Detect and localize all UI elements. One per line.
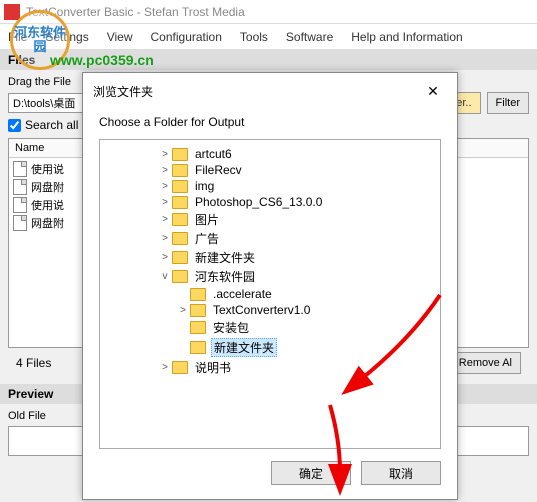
tree-item[interactable]: > 广告 [104, 229, 436, 248]
tree-item-label: 安装包 [211, 319, 251, 336]
search-all-checkbox[interactable] [8, 119, 21, 132]
folder-icon [172, 148, 188, 161]
expander-icon[interactable]: v [158, 271, 172, 282]
expander-icon[interactable]: > [176, 305, 190, 316]
expander-icon[interactable]: > [158, 214, 172, 225]
folder-icon [172, 213, 188, 226]
tree-item-label: 新建文件夹 [211, 338, 277, 357]
file-icon [13, 197, 27, 213]
tree-item[interactable]: > artcut6 [104, 146, 436, 162]
files-section-header: Files [0, 50, 537, 70]
tree-item[interactable]: 新建文件夹 [104, 337, 436, 358]
dialog-subtitle: Choose a Folder for Output [83, 109, 457, 139]
folder-icon [172, 232, 188, 245]
expander-icon[interactable]: > [158, 252, 172, 263]
folder-tree[interactable]: > artcut6 > FileRecv > img > Photoshop_CS6_13.0… [99, 139, 441, 449]
expander-icon[interactable]: > [158, 181, 172, 192]
ok-button[interactable]: 确定 [271, 461, 351, 485]
expander-icon[interactable]: > [158, 197, 172, 208]
file-icon [13, 179, 27, 195]
menu-bar: File Settings View Configuration Tools S… [0, 24, 537, 50]
search-all-label: Search all [25, 118, 78, 132]
folder-icon [172, 164, 188, 177]
expander-icon[interactable]: > [158, 165, 172, 176]
folder-icon [172, 361, 188, 374]
tree-item[interactable]: 安装包 [104, 318, 436, 337]
tree-item[interactable]: > 说明书 [104, 358, 436, 377]
folder-icon [172, 251, 188, 264]
menu-settings[interactable]: Settings [45, 30, 88, 44]
tree-item-label: 新建文件夹 [193, 249, 257, 266]
tree-item-label: artcut6 [193, 147, 234, 161]
filter-button[interactable]: Filter [487, 92, 529, 114]
tree-item-label: Photoshop_CS6_13.0.0 [193, 195, 324, 209]
tree-item[interactable]: > TextConverterv1.0 [104, 302, 436, 318]
close-button[interactable]: ✕ [419, 81, 447, 101]
app-icon [4, 4, 20, 20]
tree-item-label: .accelerate [211, 287, 274, 301]
file-icon [13, 215, 27, 231]
folder-icon [190, 321, 206, 334]
tree-item[interactable]: > FileRecv [104, 162, 436, 178]
expander-icon[interactable]: > [158, 233, 172, 244]
folder-icon [190, 304, 206, 317]
folder-icon [172, 196, 188, 209]
tree-item[interactable]: > img [104, 178, 436, 194]
tree-item[interactable]: > Photoshop_CS6_13.0.0 [104, 194, 436, 210]
remove-all-button[interactable]: Remove Al [450, 352, 521, 374]
dialog-title: 浏览文件夹 [93, 83, 153, 100]
file-count: 4 Files [16, 356, 51, 370]
window-title-bar: TextConverter Basic - Stefan Trost Media [0, 0, 537, 24]
folder-icon [172, 180, 188, 193]
file-icon [13, 161, 27, 177]
menu-software[interactable]: Software [286, 30, 333, 44]
tree-item-label: 广告 [193, 230, 221, 247]
drag-label: Drag the File [8, 76, 71, 88]
browse-folder-dialog: 浏览文件夹 ✕ Choose a Folder for Output > artc… [82, 72, 458, 500]
tree-item-label: img [193, 179, 216, 193]
folder-icon [190, 341, 206, 354]
tree-item[interactable]: v 河东软件园 [104, 267, 436, 286]
window-title: TextConverter Basic - Stefan Trost Media [26, 5, 245, 19]
tree-item-label: TextConverterv1.0 [211, 303, 312, 317]
menu-file[interactable]: File [8, 30, 27, 44]
tree-item[interactable]: > 新建文件夹 [104, 248, 436, 267]
folder-icon [172, 270, 188, 283]
cancel-button[interactable]: 取消 [361, 461, 441, 485]
tree-item[interactable]: .accelerate [104, 286, 436, 302]
menu-view[interactable]: View [107, 30, 133, 44]
menu-help[interactable]: Help and Information [351, 30, 462, 44]
tree-item-label: 河东软件园 [193, 268, 257, 285]
menu-configuration[interactable]: Configuration [151, 30, 222, 44]
menu-tools[interactable]: Tools [240, 30, 268, 44]
expander-icon[interactable]: > [158, 149, 172, 160]
folder-icon [190, 288, 206, 301]
tree-item[interactable]: > 图片 [104, 210, 436, 229]
tree-item-label: 图片 [193, 211, 221, 228]
tree-item-label: 说明书 [193, 359, 233, 376]
tree-item-label: FileRecv [193, 163, 244, 177]
expander-icon[interactable]: > [158, 362, 172, 373]
